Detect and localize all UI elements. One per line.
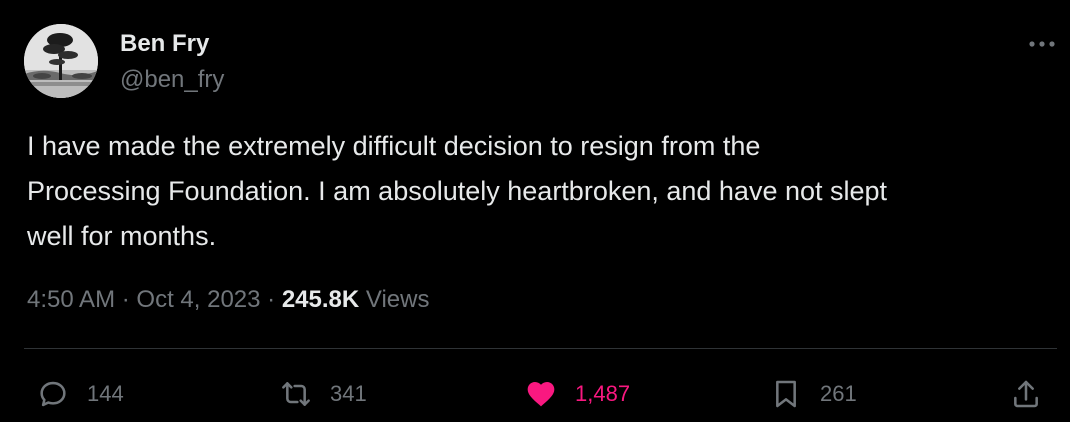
avatar-tree-image <box>24 24 98 98</box>
share-button[interactable] <box>1010 372 1042 416</box>
repost-button[interactable]: 341 <box>280 372 367 416</box>
share-icon <box>1014 380 1038 408</box>
like-button[interactable]: 1,487 <box>525 372 630 416</box>
meta-separator: · <box>121 286 137 313</box>
bookmark-icon <box>776 380 796 408</box>
like-count: 1,487 <box>575 381 631 406</box>
tweet-text: I have made the extremely difficult deci… <box>27 131 888 251</box>
meta-separator: · <box>267 286 282 313</box>
author-name[interactable]: Ben Fry <box>120 30 209 58</box>
bookmark-count: 261 <box>820 381 857 406</box>
avatar[interactable] <box>24 24 98 98</box>
like-icon <box>527 382 555 407</box>
views-count[interactable]: 245.8K <box>282 286 359 313</box>
tweet-time[interactable]: 4:50 AM <box>27 286 115 313</box>
reply-icon <box>40 381 66 407</box>
more-button[interactable] <box>1026 32 1058 56</box>
repost-count: 341 <box>330 381 367 406</box>
reply-button[interactable]: 144 <box>37 372 124 416</box>
views-label[interactable]: Views <box>366 286 430 313</box>
repost-icon <box>282 382 310 406</box>
divider <box>24 348 1057 349</box>
reply-count: 144 <box>87 381 124 406</box>
author-handle[interactable]: @ben_fry <box>120 66 224 94</box>
bookmark-button[interactable]: 261 <box>770 372 857 416</box>
tweet-date[interactable]: Oct 4, 2023 <box>136 286 260 313</box>
more-icon <box>1029 41 1055 47</box>
tweet-meta: 4:50 AM · Oct 4, 2023 · 245.8K Views <box>27 286 429 314</box>
